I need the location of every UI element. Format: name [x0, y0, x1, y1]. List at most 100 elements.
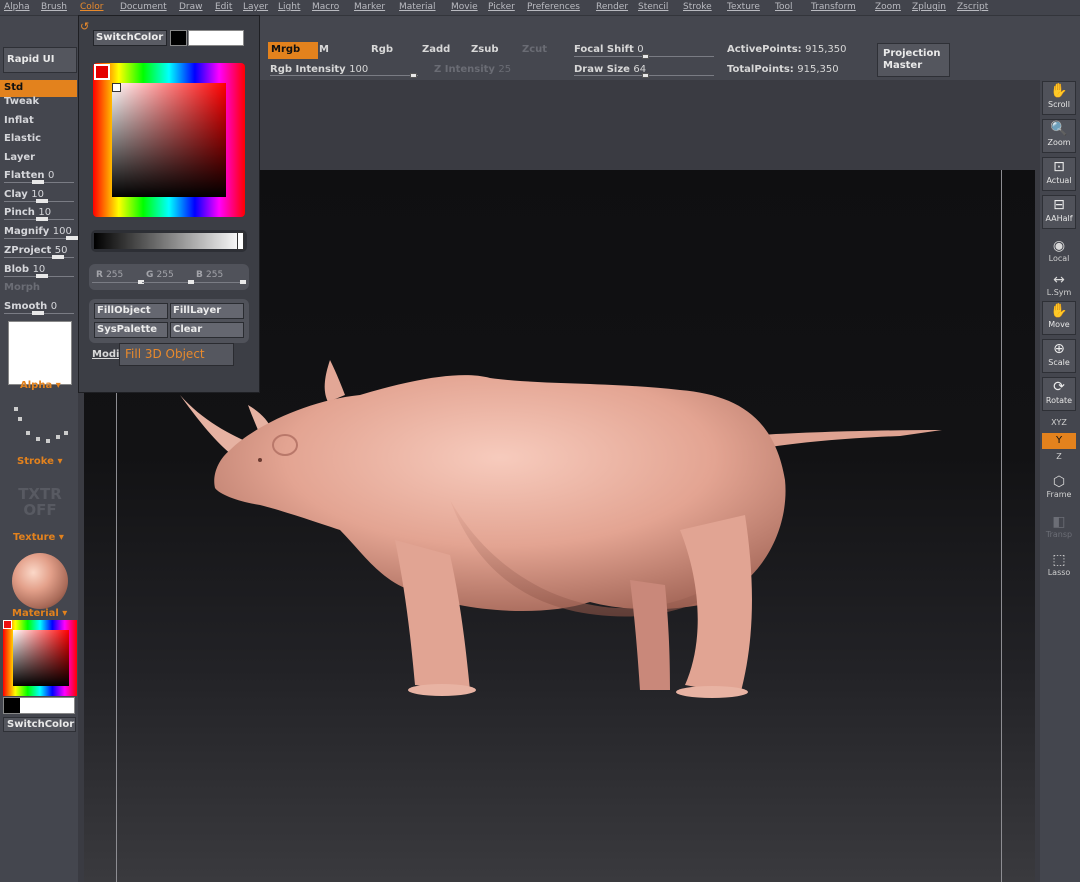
menu-zplugin[interactable]: Zplugin [912, 2, 946, 12]
blob-track[interactable] [4, 274, 74, 278]
menu-color[interactable]: Color [80, 2, 104, 12]
magnify-brush-slider[interactable]: Magnify 100 [4, 226, 72, 237]
menu-macro[interactable]: Macro [312, 2, 339, 12]
lasso-button[interactable]: ⬚ Lasso [1042, 552, 1076, 577]
menu-stroke[interactable]: Stroke [683, 2, 712, 12]
refresh-icon[interactable]: ↺ [80, 20, 89, 33]
switch-color-button[interactable]: SwitchColor [93, 30, 167, 46]
move-button[interactable]: ✋ Move [1042, 301, 1076, 335]
alpha-menu-button[interactable]: Alpha ▾ [20, 380, 61, 391]
gradient-handle[interactable] [237, 232, 244, 250]
menu-movie[interactable]: Movie [451, 2, 478, 12]
rhino-3d-model[interactable] [160, 340, 960, 720]
clear-button[interactable]: Clear [170, 322, 244, 338]
menu-render[interactable]: Render [596, 2, 628, 12]
zsub-button[interactable]: Zsub [471, 44, 498, 55]
r-track[interactable] [92, 280, 144, 284]
lsym-button[interactable]: ↔ L.Sym [1042, 272, 1076, 297]
left-switch-color-button[interactable]: SwitchColor [3, 717, 76, 732]
draw-size-slider[interactable]: Draw Size 64 [574, 64, 646, 75]
mrgb-button[interactable]: Mrgb [268, 42, 318, 59]
pinch-track[interactable] [4, 217, 74, 221]
fill-object-button[interactable]: FillObject [94, 303, 168, 319]
elastic-brush-button[interactable]: Elastic [4, 133, 41, 144]
left-saturation-box[interactable] [13, 630, 69, 686]
xyz-rotate-button[interactable]: XYZ [1042, 418, 1076, 427]
draw-size-track[interactable] [574, 73, 714, 78]
focal-shift-slider[interactable]: Focal Shift 0 [574, 44, 644, 55]
zadd-button[interactable]: Zadd [422, 44, 450, 55]
sys-palette-button[interactable]: SysPalette [94, 322, 168, 338]
rgb-button[interactable]: Rgb [371, 44, 393, 55]
zcut-button[interactable]: Zcut [522, 44, 547, 55]
secondary-color-box[interactable] [170, 30, 187, 46]
stroke-dots-icon[interactable] [12, 405, 70, 445]
menu-zoom[interactable]: Zoom [875, 2, 901, 12]
texture-off-thumbnail[interactable]: TXTR OFF [14, 486, 66, 518]
menu-texture[interactable]: Texture [727, 2, 760, 12]
projection-master-button[interactable]: Projection Master [877, 43, 950, 77]
menu-material[interactable]: Material [399, 2, 436, 12]
menu-alpha[interactable]: Alpha [4, 2, 30, 12]
smooth-track[interactable] [4, 311, 74, 315]
material-menu-button[interactable]: Material ▾ [12, 608, 67, 619]
scroll-button[interactable]: ✋ Scroll [1042, 81, 1076, 115]
saturation-value-box[interactable] [112, 83, 226, 197]
alpha-swatch[interactable] [8, 321, 72, 385]
menu-draw[interactable]: Draw [179, 2, 203, 12]
left-hue-marker[interactable] [3, 620, 12, 629]
local-button[interactable]: ◉ Local [1042, 238, 1076, 263]
left-color-swatch[interactable] [3, 697, 75, 714]
scale-button[interactable]: ⊕ Scale [1042, 339, 1076, 373]
tweak-brush-button[interactable]: Tweak [4, 96, 39, 107]
flatten-track[interactable] [4, 180, 74, 184]
fill-layer-button[interactable]: FillLayer [170, 303, 244, 319]
flatten-brush-slider[interactable]: Flatten 0 [4, 170, 54, 181]
menu-edit[interactable]: Edit [215, 2, 232, 12]
rgb-intensity-slider[interactable]: Rgb Intensity 100 [270, 64, 368, 75]
gradient-bar[interactable] [91, 230, 247, 252]
z-intensity-slider[interactable]: Z Intensity 25 [434, 64, 511, 75]
z-rotate-button[interactable]: Z [1042, 452, 1076, 461]
smooth-brush-slider[interactable]: Smooth 0 [4, 301, 57, 312]
menu-layer[interactable]: Layer [243, 2, 268, 12]
focal-shift-track[interactable] [574, 54, 714, 59]
transp-button[interactable]: ◧ Transp [1042, 514, 1076, 539]
clay-track[interactable] [4, 199, 74, 203]
main-color-box[interactable] [188, 30, 244, 46]
morph-brush-button[interactable]: Morph [4, 282, 40, 293]
rgb-intensity-track[interactable] [270, 73, 418, 78]
magnify-track[interactable] [4, 236, 78, 240]
saturation-marker[interactable] [112, 83, 121, 92]
menu-transform[interactable]: Transform [811, 2, 856, 12]
inflat-brush-button[interactable]: Inflat [4, 115, 34, 126]
rapid-ui-button[interactable]: Rapid UI [3, 47, 77, 73]
menu-picker[interactable]: Picker [488, 2, 515, 12]
left-color-picker[interactable] [3, 620, 77, 696]
r-slider[interactable]: R 255 [96, 270, 123, 280]
g-slider[interactable]: G 255 [146, 270, 174, 280]
actual-button[interactable]: ⊡ Actual [1042, 157, 1076, 191]
main-color-swatch[interactable] [20, 698, 74, 713]
layer-brush-button[interactable]: Layer [4, 152, 35, 163]
stroke-menu-button[interactable]: Stroke ▾ [17, 456, 62, 467]
texture-menu-button[interactable]: Texture ▾ [13, 532, 64, 543]
menu-document[interactable]: Document [120, 2, 167, 12]
zproject-track[interactable] [4, 255, 74, 259]
zoom-button[interactable]: 🔍 Zoom [1042, 119, 1076, 153]
material-sphere-thumbnail[interactable] [12, 553, 68, 609]
rotate-button[interactable]: ⟳ Rotate [1042, 377, 1076, 411]
secondary-color-swatch[interactable] [4, 698, 20, 713]
b-track[interactable] [194, 280, 246, 284]
menu-tool[interactable]: Tool [775, 2, 792, 12]
menu-brush[interactable]: Brush [41, 2, 67, 12]
std-brush-button[interactable]: Std [0, 80, 77, 97]
menu-preferences[interactable]: Preferences [527, 2, 580, 12]
menu-marker[interactable]: Marker [354, 2, 385, 12]
frame-button[interactable]: ⬡ Frame [1042, 474, 1076, 499]
menu-stencil[interactable]: Stencil [638, 2, 668, 12]
m-button[interactable]: M [319, 44, 329, 55]
aahalf-button[interactable]: ⊟ AAHalf [1042, 195, 1076, 229]
y-rotate-button[interactable]: Y [1042, 433, 1076, 449]
b-slider[interactable]: B 255 [196, 270, 223, 280]
